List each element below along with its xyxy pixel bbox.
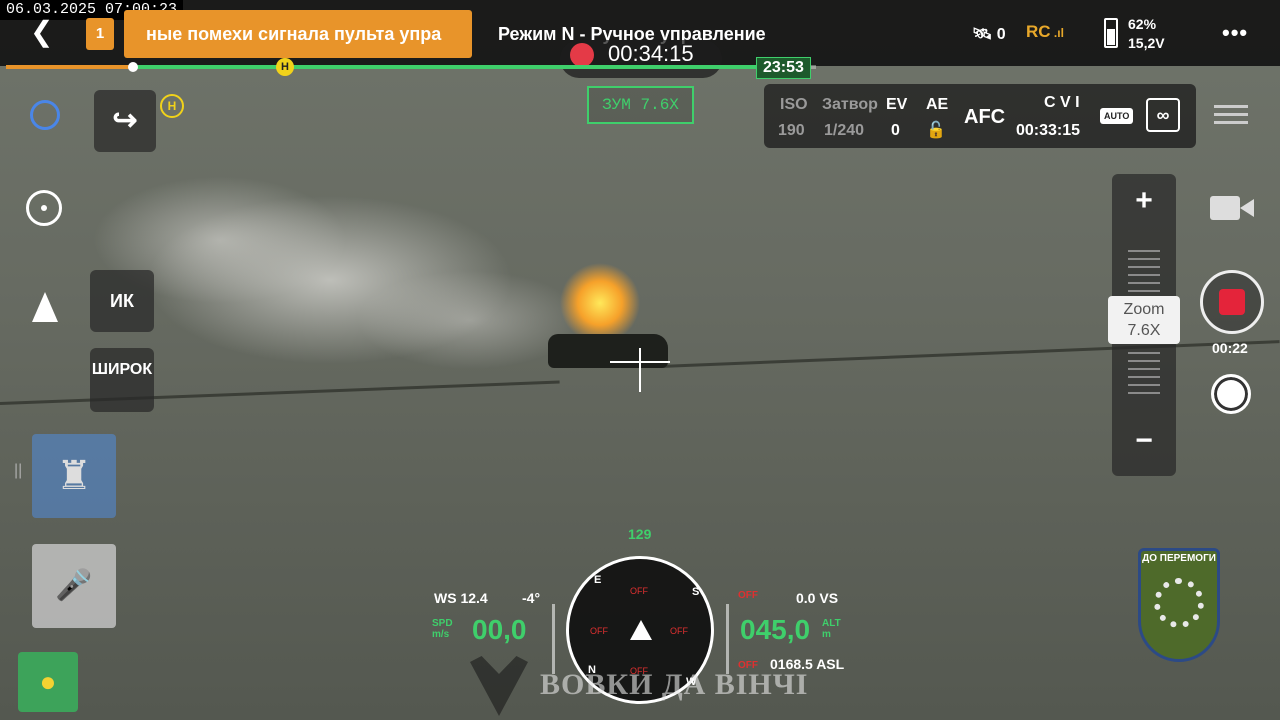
iso-label: ISO [780,96,808,113]
shutter-button[interactable] [1211,374,1251,414]
zoom-tick [1128,250,1160,252]
compass-off-left: OFF [590,626,608,636]
zoom-tick [1128,368,1160,370]
home-badge: H [160,94,184,118]
rc-label: RC [1026,22,1051,41]
storage-label: C V I [1044,94,1080,111]
gps-count: 0 [996,26,1006,43]
battery-icon [1104,18,1118,48]
more-menu-button[interactable]: ••• [1222,20,1248,46]
record-button[interactable] [1200,270,1264,334]
ae-label: AE [926,96,949,113]
flight-progress-segment [6,65,132,69]
shutter-value[interactable]: 1/240 [824,122,864,140]
obstacle-icon[interactable]: ♜ [32,434,116,518]
speed-scale-bar [552,604,555,674]
ev-value[interactable]: 0 [891,122,900,140]
altitude-label-top: ALT [822,618,841,629]
watermark-text: ВОВКИ ДА ВІНЧІ [540,668,809,701]
compass-off-top: OFF [630,586,648,596]
speed-label-bottom: m/s [432,629,450,640]
satellite-icon: 🛰 [972,26,993,43]
flight-time-remaining: 23:53 [756,57,811,79]
afc-button[interactable]: AFC [964,106,1005,129]
alert-message[interactable]: ные помехи сигнала пульта упра [124,10,472,58]
zoom-label-value: 7.6X [1127,322,1161,339]
map-icon[interactable]: ● [18,652,78,712]
zoom-label-title: Zoom [1123,301,1165,318]
storage-time: 00:33:15 [1016,122,1081,139]
zoom-tick [1128,384,1160,386]
ae-lock-icon[interactable]: 🔓 [926,120,946,140]
home-marker: H [276,58,294,76]
signal-bars-icon: .ıl [1050,26,1064,40]
zoom-tick [1128,392,1160,394]
heading-value: 129 [628,526,652,542]
zoom-tick [1128,274,1160,276]
nav-arrow-icon[interactable] [32,292,58,322]
altitude-value: 045,0 [740,614,811,645]
rc-signal[interactable]: RC .ıl [1026,22,1064,42]
compass-dir-s: S [692,586,700,598]
unit-patch-text: ДО ПЕРЕМОГИ [1142,553,1216,564]
vertical-speed: 0.0 VS [796,590,839,606]
wind-angle: -4° [522,590,541,606]
battery-voltage: 15,2V [1128,35,1165,51]
vs-off-flag: OFF [738,590,758,601]
crosshair-vertical [639,348,641,392]
zoom-tick [1128,360,1160,362]
zoom-out-button[interactable]: − [1112,424,1176,458]
ir-mode-button[interactable]: ИК [90,270,154,332]
recording-time: 00:34:15 [608,41,694,66]
battery-percent: 62% [1128,16,1157,32]
alert-count-badge[interactable]: 1 [86,18,114,50]
zoom-tick [1128,290,1160,292]
crosshair-horizontal [610,361,670,363]
zoom-tick [1128,258,1160,260]
compass-off-right: OFF [670,626,688,636]
settings-icon[interactable] [1214,100,1248,130]
iso-value[interactable]: 190 [778,122,805,140]
speed-value: 00,0 [472,614,527,645]
aircraft-arrow-icon [630,620,652,640]
zoom-tick [1128,352,1160,354]
progress-knob [128,62,138,72]
shutter-label: Затвор [822,96,878,113]
auto-button[interactable]: AUTO [1100,108,1134,124]
route-icon[interactable]: ↪ [94,90,156,152]
compass-icon[interactable] [30,100,60,130]
wind-speed: WS 12.4 [434,590,488,606]
speed-label-top: SPD [432,618,453,629]
altitude-label-bottom: m [822,629,831,640]
altitude-label: ALT m [822,618,841,640]
altitude-scale-bar [726,604,729,674]
gear-icon [1154,578,1204,628]
mic-off-icon[interactable]: 🎤 [32,544,116,628]
video-icon[interactable] [1210,196,1254,220]
link-icon[interactable]: ∞ [1146,98,1180,132]
wide-mode-button[interactable]: ШИРОК [90,348,154,412]
side-handle[interactable]: || [14,462,22,480]
gps-status[interactable]: 🛰 0 [972,24,1006,44]
speed-label: SPD m/s [432,618,453,640]
recording-dot-icon [570,43,594,67]
locate-icon[interactable] [26,190,62,226]
zoom-tick [1128,282,1160,284]
compass-dir-e: E [594,574,602,586]
zoom-indicator: ЗУМ 7.6X [587,86,694,124]
back-icon[interactable]: ❮ [30,18,53,46]
zoom-tick [1128,266,1160,268]
zoom-level-label: Zoom 7.6X [1108,296,1180,344]
record-duration: 00:22 [1212,340,1248,356]
zoom-tick [1128,376,1160,378]
zoom-in-button[interactable]: + [1112,184,1176,218]
ev-label: EV [886,96,908,113]
